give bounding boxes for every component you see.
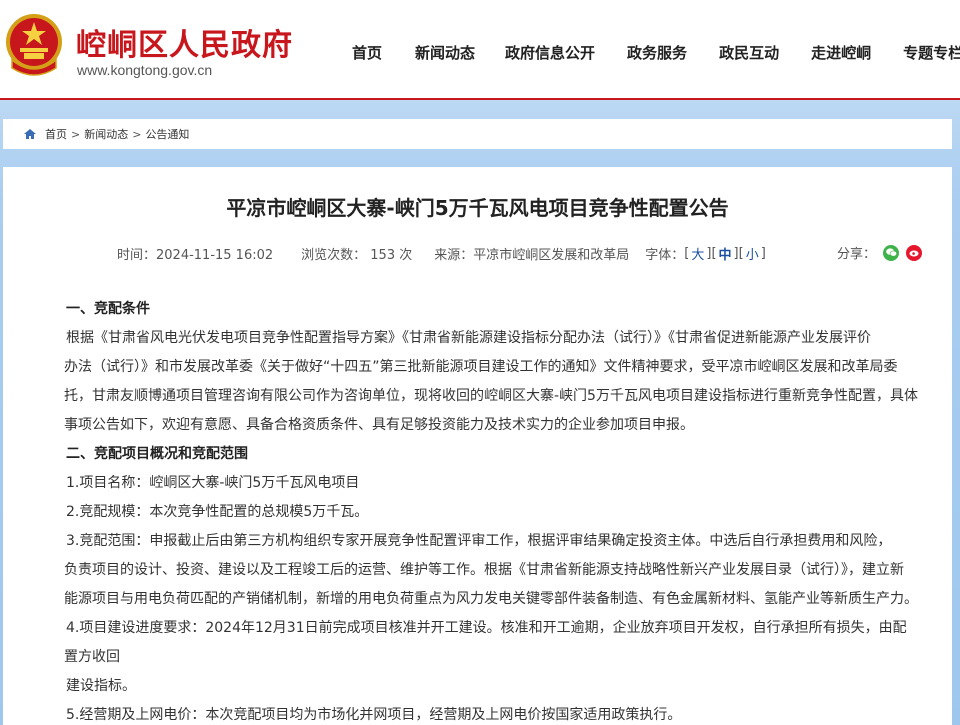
paragraph-line: 能源项目与用电负荷匹配的产销储机制，新增的用电负荷重点为风力发电关键零部件装备制… [64, 591, 918, 607]
breadcrumb-separator: > [132, 127, 142, 141]
paragraph-line: 4.项目建设进度要求：2024年12月31日前完成项目核准并开工建设。核准和开工… [66, 620, 907, 636]
paragraph-line: 3.竞配范围：申报截止后由第三方机构组织专家开展竞争性配置评审工作，根据评审结果… [66, 533, 892, 549]
nav-item-news[interactable]: 新闻动态 [415, 42, 475, 63]
nav-item-about[interactable]: 走进崆峒 [811, 42, 871, 63]
bracket: ] [760, 246, 766, 261]
national-emblem-icon [6, 14, 62, 76]
paragraph-line: 5.经营期及上网电价：本次竞配项目均为市场化并网项目，经营期及上网电价按国家适用… [66, 707, 682, 723]
paragraph-line: 办法（试行）》和市发展改革委《关于做好“十四五”第三批新能源项目建设工作的通知》… [64, 359, 898, 375]
article-meta: 时间：2024-11-15 16:02 浏览次数： 153 次 来源：平凉市崆峒… [117, 244, 766, 263]
site-title[interactable]: 崆峒区人民政府 [76, 20, 293, 64]
site-url[interactable]: www.kongtong.gov.cn [77, 62, 212, 78]
home-icon [24, 129, 36, 139]
nav-item-topics[interactable]: 专题专栏 [903, 42, 960, 63]
breadcrumb-notices[interactable]: 公告通知 [145, 126, 189, 142]
publish-time: 时间：2024-11-15 16:02 [117, 248, 274, 263]
article-panel: 平凉市崆峒区大寨-峡门5万千瓦风电项目竞争性配置公告 时间：2024-11-15… [3, 167, 952, 725]
bracket: [ [738, 246, 744, 261]
breadcrumb-news[interactable]: 新闻动态 [84, 126, 128, 142]
bracket: [ [684, 246, 690, 261]
share-label: 分享： [837, 247, 877, 262]
nav-item-home[interactable]: 首页 [352, 42, 382, 63]
article-source: 来源：平凉市崆峒区发展和改革局 [434, 248, 630, 263]
paragraph-line: 置方收回 [64, 649, 120, 665]
share-bar: 分享： [837, 243, 923, 262]
paragraph-line: 建设指标。 [66, 678, 136, 694]
paragraph-line: 1.项目名称：崆峒区大寨-峡门5万千瓦风电项目 [66, 475, 360, 491]
paragraph-line: 根据《甘肃省风电光伏发电项目竞争性配置指导方案》《甘肃省新能源建设指标分配办法（… [66, 330, 871, 346]
article-body: 一、竞配条件 根据《甘肃省风电光伏发电项目竞争性配置指导方案》《甘肃省新能源建设… [64, 295, 921, 725]
section-heading: 一、竞配条件 [66, 301, 150, 317]
weibo-share-icon[interactable] [906, 244, 923, 261]
wechat-share-icon[interactable] [883, 244, 900, 261]
bracket: [ [711, 246, 717, 261]
font-size-medium-button[interactable]: 中 [719, 244, 732, 263]
breadcrumb-home[interactable]: 首页 [45, 126, 67, 142]
nav-item-interaction[interactable]: 政民互动 [719, 42, 779, 63]
paragraph-line: 负责项目的设计、投资、建设以及工程竣工后的运营、维护等工作。根据《甘肃省新能源支… [64, 562, 904, 578]
paragraph-line: 事项公告如下，欢迎有意愿、具备合格资质条件、具有足够投资能力及技术实力的企业参加… [64, 417, 694, 433]
font-size-label: 字体： [645, 248, 685, 263]
section-heading: 二、竞配项目概况和竞配范围 [66, 446, 248, 462]
font-size-large-button[interactable]: 大 [691, 244, 704, 263]
breadcrumb-separator: > [71, 127, 81, 141]
font-size-small-button[interactable]: 小 [746, 244, 759, 263]
view-count: 浏览次数： 153 次 [301, 248, 413, 263]
main-nav: 首页 新闻动态 政府信息公开 政务服务 政民互动 走进崆峒 专题专栏 [352, 42, 960, 63]
nav-item-info-disclosure[interactable]: 政府信息公开 [505, 42, 595, 63]
paragraph-line: 托，甘肃友顺博通项目管理咨询有限公司作为咨询单位，现将收回的崆峒区大寨-峡门5万… [64, 388, 918, 404]
breadcrumb: 首页 > 新闻动态 > 公告通知 [3, 119, 952, 149]
paragraph-line: 2.竞配规模：本次竞争性配置的总规模5万千瓦。 [66, 504, 369, 520]
nav-item-services[interactable]: 政务服务 [627, 42, 687, 63]
article-title: 平凉市崆峒区大寨-峡门5万千瓦风电项目竞争性配置公告 [226, 196, 729, 220]
site-header: 崆峒区人民政府 www.kongtong.gov.cn 首页 新闻动态 政府信息… [0, 0, 960, 100]
